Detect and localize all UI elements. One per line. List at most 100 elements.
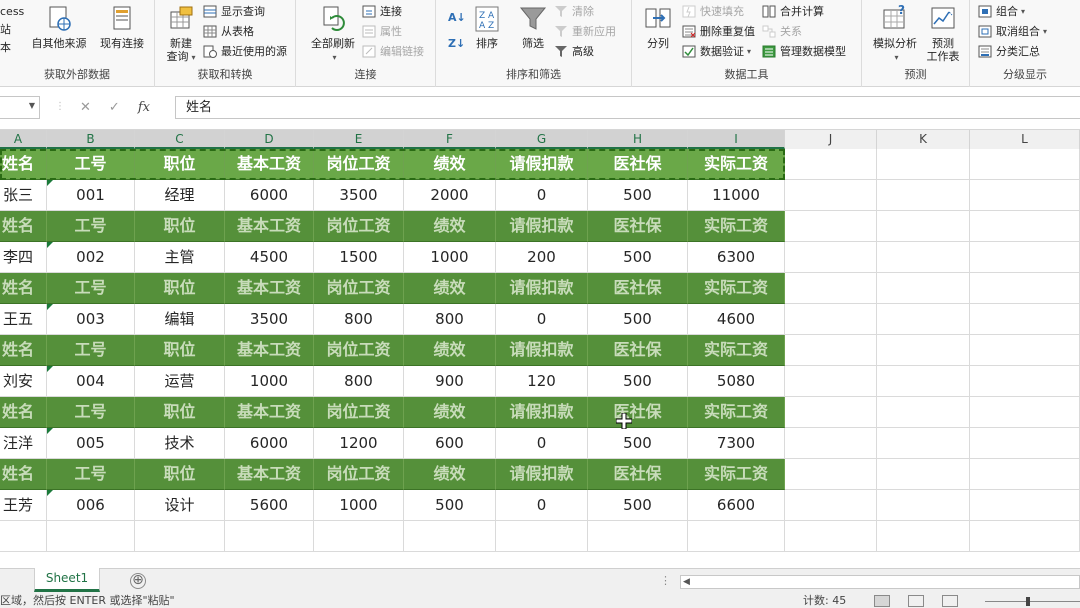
empty-cell[interactable]: [877, 521, 970, 552]
data-cell[interactable]: 主管: [135, 242, 225, 273]
worksheet-grid[interactable]: 姓名 工号 职位 基本工资 岗位工资 绩效 请假扣款 医社保 实际工资 张三 001 经理 6000 35…: [0, 149, 1080, 568]
data-cell[interactable]: 500: [588, 428, 688, 459]
header-cell[interactable]: 实际工资: [688, 459, 785, 490]
empty-cell[interactable]: [785, 211, 877, 242]
empty-cell[interactable]: [785, 366, 877, 397]
header-cell[interactable]: 姓名: [0, 273, 47, 304]
header-cell[interactable]: 姓名: [0, 335, 47, 366]
header-cell[interactable]: 岗位工资: [314, 397, 404, 428]
header-cell[interactable]: 实际工资: [688, 273, 785, 304]
data-cell[interactable]: 0: [496, 428, 588, 459]
name-box[interactable]: ▼: [0, 96, 40, 119]
data-cell[interactable]: 设计: [135, 490, 225, 521]
empty-cell[interactable]: [877, 335, 970, 366]
column-header-g[interactable]: G: [496, 130, 588, 149]
empty-cell[interactable]: [0, 521, 47, 552]
header-cell[interactable]: 实际工资: [688, 211, 785, 242]
empty-cell[interactable]: [785, 490, 877, 521]
header-cell[interactable]: 工号: [47, 459, 135, 490]
header-cell[interactable]: 基本工资: [225, 149, 314, 180]
data-cell[interactable]: 500: [588, 242, 688, 273]
manage-data-model-button[interactable]: 管理数据模型: [762, 42, 846, 60]
data-cell[interactable]: 编辑: [135, 304, 225, 335]
data-cell[interactable]: 7300: [688, 428, 785, 459]
empty-cell[interactable]: [135, 521, 225, 552]
horizontal-scrollbar[interactable]: ◀: [680, 575, 1080, 589]
empty-cell[interactable]: [970, 304, 1080, 335]
advanced-filter-button[interactable]: 高级: [554, 42, 594, 60]
header-cell[interactable]: 岗位工资: [314, 273, 404, 304]
empty-cell[interactable]: [970, 428, 1080, 459]
properties-button[interactable]: 属性: [362, 22, 402, 40]
header-cell[interactable]: 实际工资: [688, 397, 785, 428]
header-cell[interactable]: 职位: [135, 273, 225, 304]
header-cell[interactable]: 职位: [135, 335, 225, 366]
header-cell[interactable]: 岗位工资: [314, 335, 404, 366]
recent-sources-button[interactable]: 最近使用的源: [203, 42, 287, 60]
empty-cell[interactable]: [588, 521, 688, 552]
from-table-button[interactable]: 从表格: [203, 22, 254, 40]
data-cell[interactable]: 4500: [225, 242, 314, 273]
column-header-a[interactable]: A: [0, 130, 47, 149]
ungroup-button[interactable]: 取消组合 ▾: [978, 22, 1047, 40]
empty-cell[interactable]: [970, 180, 1080, 211]
new-query-button[interactable]: 新建 查询 ▾: [161, 4, 201, 64]
data-cell[interactable]: 0: [496, 180, 588, 211]
header-cell[interactable]: 医社保: [588, 149, 688, 180]
header-cell[interactable]: 岗位工资: [314, 459, 404, 490]
column-header-l[interactable]: L: [970, 130, 1080, 149]
empty-cell[interactable]: [47, 521, 135, 552]
empty-cell[interactable]: [877, 242, 970, 273]
sort-ascending-button[interactable]: A↓: [448, 8, 466, 26]
data-cell[interactable]: 王芳: [0, 490, 47, 521]
relationships-button[interactable]: 关系: [762, 22, 802, 40]
data-cell[interactable]: 0: [496, 304, 588, 335]
header-cell[interactable]: 请假扣款: [496, 273, 588, 304]
empty-cell[interactable]: [970, 521, 1080, 552]
empty-cell[interactable]: [314, 521, 404, 552]
empty-cell[interactable]: [970, 149, 1080, 180]
header-cell[interactable]: 请假扣款: [496, 335, 588, 366]
column-header-f[interactable]: F: [404, 130, 496, 149]
header-cell[interactable]: 工号: [47, 397, 135, 428]
column-header-b[interactable]: B: [47, 130, 135, 149]
confirm-entry-button[interactable]: ✓: [109, 100, 120, 115]
zoom-slider-thumb[interactable]: [1026, 597, 1030, 606]
zoom-slider[interactable]: [985, 601, 1080, 602]
data-cell[interactable]: 006: [47, 490, 135, 521]
data-cell[interactable]: 200: [496, 242, 588, 273]
existing-connections-button[interactable]: 现有连接: [94, 4, 150, 50]
header-cell[interactable]: 绩效: [404, 149, 496, 180]
empty-cell[interactable]: [785, 180, 877, 211]
empty-cell[interactable]: [785, 521, 877, 552]
refresh-all-button[interactable]: 全部刷新▾: [308, 4, 358, 64]
insert-function-button[interactable]: fx: [138, 100, 150, 115]
data-cell[interactable]: 6300: [688, 242, 785, 273]
header-cell[interactable]: 基本工资: [225, 459, 314, 490]
data-cell[interactable]: 002: [47, 242, 135, 273]
data-cell[interactable]: 6000: [225, 428, 314, 459]
empty-cell[interactable]: [225, 521, 314, 552]
empty-cell[interactable]: [877, 428, 970, 459]
formula-input[interactable]: 姓名: [175, 96, 1080, 119]
header-cell[interactable]: 姓名: [0, 149, 47, 180]
data-cell[interactable]: 800: [314, 304, 404, 335]
clear-filter-button[interactable]: 清除: [554, 2, 594, 20]
header-cell[interactable]: 姓名: [0, 397, 47, 428]
empty-cell[interactable]: [404, 521, 496, 552]
header-cell[interactable]: 岗位工资: [314, 149, 404, 180]
header-cell[interactable]: 岗位工资: [314, 211, 404, 242]
page-break-view-icon[interactable]: [942, 595, 958, 607]
sheet-tab-sheet1[interactable]: Sheet1: [34, 568, 100, 592]
header-cell[interactable]: 医社保: [588, 335, 688, 366]
data-cell[interactable]: 500: [588, 490, 688, 521]
data-cell[interactable]: 1000: [225, 366, 314, 397]
data-cell[interactable]: 5600: [225, 490, 314, 521]
data-cell[interactable]: 5080: [688, 366, 785, 397]
data-cell[interactable]: 0: [496, 490, 588, 521]
data-cell[interactable]: 500: [404, 490, 496, 521]
data-cell[interactable]: 3500: [225, 304, 314, 335]
data-cell[interactable]: 005: [47, 428, 135, 459]
add-sheet-icon[interactable]: ⊕: [130, 573, 146, 589]
column-header-c[interactable]: C: [135, 130, 225, 149]
